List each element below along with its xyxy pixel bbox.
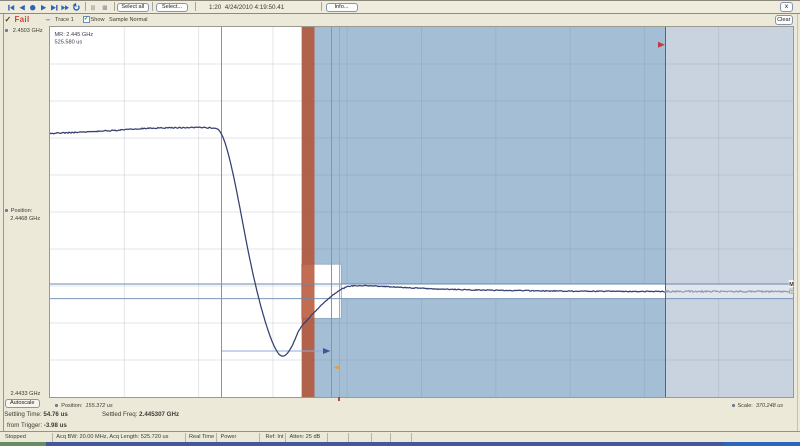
svg-text:M: M	[789, 282, 794, 288]
svg-text:525.580 us: 525.580 us	[55, 40, 83, 46]
svg-text:MR: 2.445 GHz: MR: 2.445 GHz	[55, 32, 94, 38]
